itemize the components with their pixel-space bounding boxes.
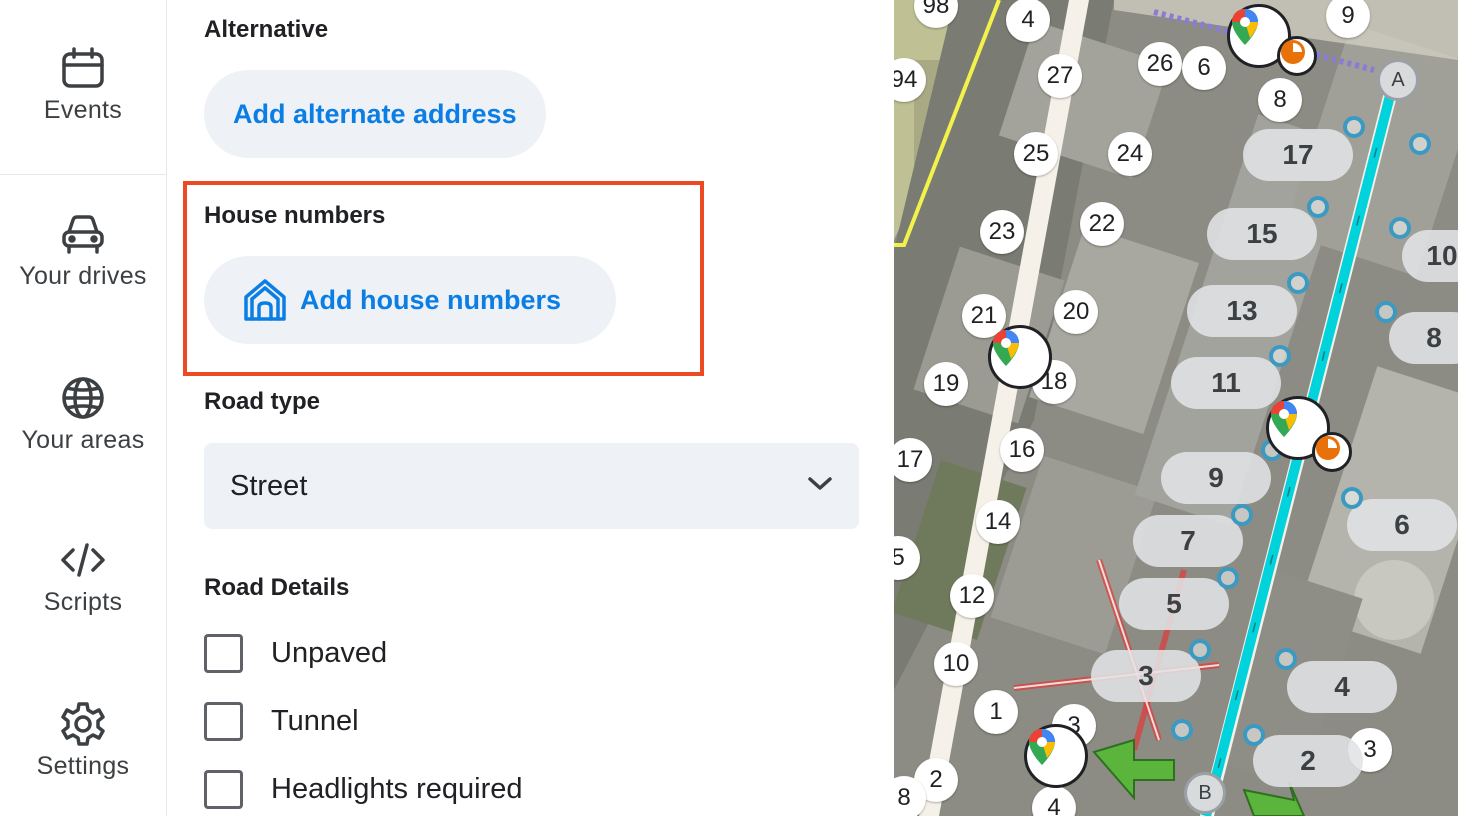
segment-house-number[interactable]: 15 bbox=[1207, 208, 1317, 260]
house-number-handle[interactable] bbox=[1341, 487, 1363, 509]
map-house-number[interactable]: 6 bbox=[1182, 46, 1226, 90]
headlights-required-label: Headlights required bbox=[271, 773, 523, 805]
segment-house-number[interactable]: 6 bbox=[1347, 499, 1457, 551]
headlights-required-checkbox[interactable] bbox=[204, 770, 243, 809]
nav-item-your-areas[interactable]: Your areas bbox=[0, 374, 166, 455]
code-icon bbox=[59, 536, 107, 584]
map-view[interactable]: 98 4 9 94 27 26 6 8 25 24 23 22 21 20 19… bbox=[894, 0, 1458, 816]
segment-house-number[interactable]: 2 bbox=[1253, 735, 1363, 787]
unpaved-option[interactable]: Unpaved bbox=[204, 634, 387, 673]
house-number-handle[interactable] bbox=[1307, 196, 1329, 218]
house-icon bbox=[242, 277, 288, 323]
map-house-number[interactable]: 20 bbox=[1054, 290, 1098, 334]
house-number-handle[interactable] bbox=[1189, 639, 1211, 661]
nav-item-label: Your areas bbox=[21, 426, 145, 454]
house-number-handle[interactable] bbox=[1287, 272, 1309, 294]
google-place-pin-icon[interactable] bbox=[1024, 724, 1088, 788]
segment-house-number[interactable]: 8 bbox=[1389, 312, 1458, 364]
nav-item-settings[interactable]: Settings bbox=[0, 700, 166, 781]
house-number-handle[interactable] bbox=[1171, 719, 1193, 741]
nav-item-label: Scripts bbox=[43, 588, 123, 616]
map-house-number[interactable]: 14 bbox=[976, 500, 1020, 544]
nav-item-label: Your drives bbox=[19, 262, 147, 290]
add-house-numbers-button[interactable]: Add house numbers bbox=[204, 256, 617, 344]
tunnel-option[interactable]: Tunnel bbox=[204, 702, 359, 741]
car-icon bbox=[59, 210, 107, 258]
place-update-icon[interactable] bbox=[1277, 36, 1317, 76]
house-number-handle[interactable] bbox=[1375, 301, 1397, 323]
road-type-value: Street bbox=[230, 469, 308, 502]
house-number-handle[interactable] bbox=[1217, 567, 1239, 589]
house-number-handle[interactable] bbox=[1243, 724, 1265, 746]
house-numbers-title: House numbers bbox=[204, 202, 386, 229]
add-alternate-address-button[interactable]: Add alternate address bbox=[204, 70, 546, 158]
road-type-select[interactable]: Street bbox=[204, 443, 859, 529]
chevron-down-icon bbox=[807, 476, 833, 497]
map-house-number[interactable]: 19 bbox=[924, 362, 968, 406]
house-number-handle[interactable] bbox=[1389, 217, 1411, 239]
map-house-number[interactable]: 1 bbox=[974, 690, 1018, 734]
map-house-number[interactable]: 27 bbox=[1038, 54, 1082, 98]
map-house-number[interactable]: 26 bbox=[1138, 42, 1182, 86]
nav-item-label: Settings bbox=[36, 752, 130, 780]
nav-item-your-drives[interactable]: Your drives bbox=[0, 210, 166, 291]
globe-icon bbox=[59, 374, 107, 422]
nav-item-scripts[interactable]: Scripts bbox=[0, 536, 166, 617]
nav-divider bbox=[0, 174, 166, 175]
segment-house-number[interactable]: 4 bbox=[1287, 661, 1397, 713]
map-house-number[interactable]: 23 bbox=[980, 210, 1024, 254]
add-alternate-address-label: Add alternate address bbox=[233, 98, 517, 129]
map-house-number[interactable]: 16 bbox=[1000, 428, 1044, 472]
segment-house-number[interactable]: 9 bbox=[1161, 452, 1271, 504]
add-house-numbers-label: Add house numbers bbox=[300, 284, 562, 315]
segment-house-number[interactable]: 3 bbox=[1091, 650, 1201, 702]
house-number-handle[interactable] bbox=[1231, 504, 1253, 526]
map-house-number[interactable]: 10 bbox=[934, 642, 978, 686]
tunnel-label: Tunnel bbox=[271, 705, 359, 737]
house-number-handle[interactable] bbox=[1343, 116, 1365, 138]
google-place-pin-icon[interactable] bbox=[988, 325, 1052, 389]
segment-house-number[interactable]: 13 bbox=[1187, 285, 1297, 337]
segment-endpoint-b[interactable]: B bbox=[1184, 772, 1226, 814]
segment-house-number[interactable]: 5 bbox=[1119, 578, 1229, 630]
map-house-number[interactable]: 25 bbox=[1014, 132, 1058, 176]
road-details-title: Road Details bbox=[204, 574, 350, 601]
map-house-number[interactable]: 12 bbox=[950, 574, 994, 618]
map-house-number[interactable]: 24 bbox=[1108, 132, 1152, 176]
map-house-number[interactable]: 8 bbox=[1258, 78, 1302, 122]
house-number-handle[interactable] bbox=[1275, 648, 1297, 670]
headlights-required-option[interactable]: Headlights required bbox=[204, 770, 522, 809]
segment-house-number[interactable]: 11 bbox=[1171, 357, 1281, 409]
segment-house-number[interactable]: 10 bbox=[1402, 230, 1458, 282]
calendar-icon bbox=[59, 44, 107, 92]
nav-item-events[interactable]: Events bbox=[0, 44, 166, 125]
unpaved-checkbox[interactable] bbox=[204, 634, 243, 673]
nav-item-label: Events bbox=[43, 96, 123, 124]
gear-icon bbox=[59, 700, 107, 748]
nav-rail: Events Your drives Your areas Scripts Se… bbox=[0, 0, 167, 816]
map-house-number[interactable]: 22 bbox=[1080, 202, 1124, 246]
segment-endpoint-a[interactable]: A bbox=[1377, 59, 1419, 101]
tunnel-checkbox[interactable] bbox=[204, 702, 243, 741]
alternative-title: Alternative bbox=[204, 16, 329, 43]
place-update-icon[interactable] bbox=[1312, 432, 1352, 472]
segment-house-number[interactable]: 17 bbox=[1243, 129, 1353, 181]
segment-edit-panel: Alternative Add alternate address House … bbox=[168, 0, 894, 816]
road-type-title: Road type bbox=[204, 388, 321, 415]
segment-house-number[interactable]: 7 bbox=[1133, 515, 1243, 567]
unpaved-label: Unpaved bbox=[271, 637, 388, 669]
house-number-handle[interactable] bbox=[1269, 345, 1291, 367]
map-house-number[interactable]: 4 bbox=[1006, 0, 1050, 42]
house-number-handle[interactable] bbox=[1409, 133, 1431, 155]
